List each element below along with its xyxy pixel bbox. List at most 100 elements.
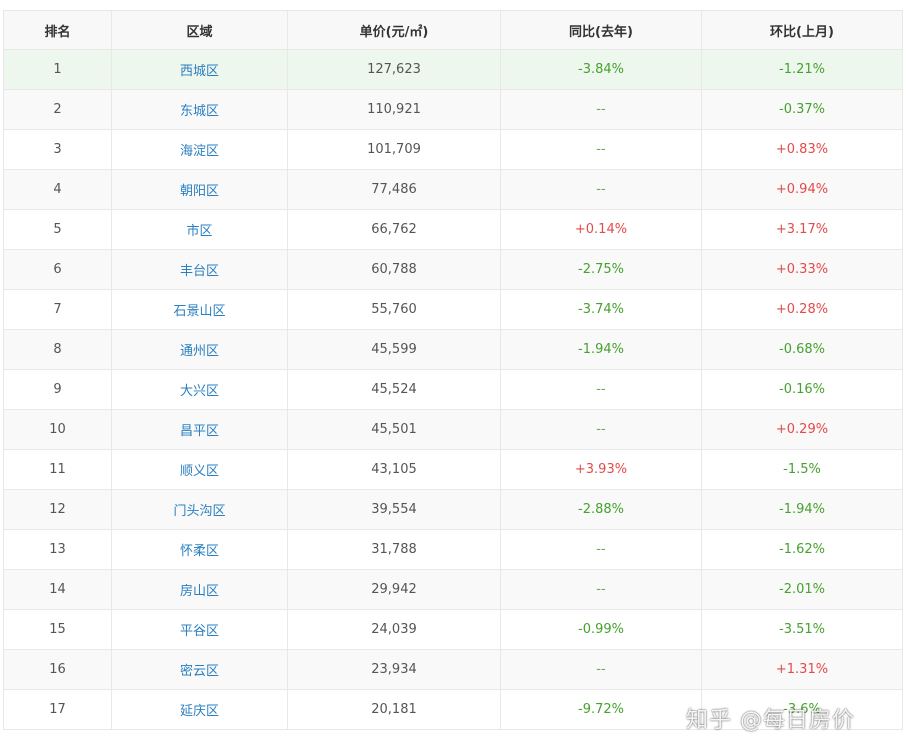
yoy-change-cell: -- <box>500 649 702 690</box>
mom-change-cell: -2.01% <box>701 569 903 610</box>
header-unit-price: 单价(元/㎡) <box>287 10 501 50</box>
unit-price-cell: 77,486 <box>287 169 501 210</box>
rank-cell: 3 <box>3 129 112 170</box>
area-link[interactable]: 海淀区 <box>111 129 288 170</box>
rank-cell: 9 <box>3 369 112 410</box>
table-row: 15 平谷区 24,039 -0.99% -3.51% <box>3 609 903 650</box>
mom-change-cell: +0.29% <box>701 409 903 450</box>
area-link[interactable]: 丰台区 <box>111 249 288 290</box>
unit-price-cell: 110,921 <box>287 89 501 130</box>
mom-change-cell: +1.31% <box>701 649 903 690</box>
table-row: 12 门头沟区 39,554 -2.88% -1.94% <box>3 489 903 530</box>
yoy-change-cell: -0.99% <box>500 609 702 650</box>
table-body: 1 西城区 127,623 -3.84% -1.21% 2 东城区 110,921 -- -0.3… <box>3 49 903 730</box>
rank-cell: 1 <box>3 49 112 90</box>
mom-change-cell: -1.5% <box>701 449 903 490</box>
rank-cell: 2 <box>3 89 112 130</box>
area-link[interactable]: 西城区 <box>111 49 288 90</box>
mom-change-cell: -3.51% <box>701 609 903 650</box>
table-header-row: 排名 区域 单价(元/㎡) 同比(去年) 环比(上月) <box>3 10 903 50</box>
area-link[interactable]: 通州区 <box>111 329 288 370</box>
unit-price-cell: 55,760 <box>287 289 501 330</box>
header-yoy: 同比(去年) <box>500 10 702 50</box>
table-row: 16 密云区 23,934 -- +1.31% <box>3 649 903 690</box>
yoy-change-cell: -1.94% <box>500 329 702 370</box>
unit-price-cell: 45,599 <box>287 329 501 370</box>
mom-change-cell: +0.28% <box>701 289 903 330</box>
table-row: 14 房山区 29,942 -- -2.01% <box>3 569 903 610</box>
area-link[interactable]: 顺义区 <box>111 449 288 490</box>
rank-cell: 12 <box>3 489 112 530</box>
area-link[interactable]: 延庆区 <box>111 689 288 730</box>
header-mom: 环比(上月) <box>701 10 903 50</box>
mom-change-cell: -1.62% <box>701 529 903 570</box>
table-row: 6 丰台区 60,788 -2.75% +0.33% <box>3 249 903 290</box>
mom-change-cell: +3.17% <box>701 209 903 250</box>
mom-change-cell: -1.94% <box>701 489 903 530</box>
mom-change-cell: -0.68% <box>701 329 903 370</box>
unit-price-cell: 24,039 <box>287 609 501 650</box>
unit-price-cell: 60,788 <box>287 249 501 290</box>
unit-price-cell: 43,105 <box>287 449 501 490</box>
table-row: 13 怀柔区 31,788 -- -1.62% <box>3 529 903 570</box>
area-link[interactable]: 房山区 <box>111 569 288 610</box>
table-row: 5 市区 66,762 +0.14% +3.17% <box>3 209 903 250</box>
table-row: 4 朝阳区 77,486 -- +0.94% <box>3 169 903 210</box>
table-row: 8 通州区 45,599 -1.94% -0.68% <box>3 329 903 370</box>
table-row: 10 昌平区 45,501 -- +0.29% <box>3 409 903 450</box>
area-link[interactable]: 大兴区 <box>111 369 288 410</box>
table-row: 2 东城区 110,921 -- -0.37% <box>3 89 903 130</box>
unit-price-cell: 127,623 <box>287 49 501 90</box>
table-row: 1 西城区 127,623 -3.84% -1.21% <box>3 49 903 90</box>
mom-change-cell: -0.16% <box>701 369 903 410</box>
area-link[interactable]: 怀柔区 <box>111 529 288 570</box>
rank-cell: 7 <box>3 289 112 330</box>
area-link[interactable]: 东城区 <box>111 89 288 130</box>
yoy-change-cell: -9.72% <box>500 689 702 730</box>
yoy-change-cell: -- <box>500 569 702 610</box>
area-link[interactable]: 朝阳区 <box>111 169 288 210</box>
yoy-change-cell: -2.88% <box>500 489 702 530</box>
mom-change-cell: -0.37% <box>701 89 903 130</box>
area-link[interactable]: 平谷区 <box>111 609 288 650</box>
rank-cell: 16 <box>3 649 112 690</box>
unit-price-cell: 101,709 <box>287 129 501 170</box>
rank-cell: 5 <box>3 209 112 250</box>
unit-price-cell: 39,554 <box>287 489 501 530</box>
unit-price-cell: 45,501 <box>287 409 501 450</box>
table-row: 11 顺义区 43,105 +3.93% -1.5% <box>3 449 903 490</box>
mom-change-cell: +0.94% <box>701 169 903 210</box>
table-row: 9 大兴区 45,524 -- -0.16% <box>3 369 903 410</box>
unit-price-cell: 20,181 <box>287 689 501 730</box>
mom-change-cell: +0.83% <box>701 129 903 170</box>
yoy-change-cell: -2.75% <box>500 249 702 290</box>
area-link[interactable]: 密云区 <box>111 649 288 690</box>
rank-cell: 6 <box>3 249 112 290</box>
rank-cell: 17 <box>3 689 112 730</box>
yoy-change-cell: -- <box>500 369 702 410</box>
area-link[interactable]: 石景山区 <box>111 289 288 330</box>
mom-change-cell: +0.33% <box>701 249 903 290</box>
rank-cell: 14 <box>3 569 112 610</box>
yoy-change-cell: -3.74% <box>500 289 702 330</box>
yoy-change-cell: +0.14% <box>500 209 702 250</box>
yoy-change-cell: +3.93% <box>500 449 702 490</box>
rank-cell: 8 <box>3 329 112 370</box>
yoy-change-cell: -- <box>500 129 702 170</box>
price-ranking-table-container: 排名 区域 单价(元/㎡) 同比(去年) 环比(上月) 1 西城区 127,623-… <box>3 10 903 730</box>
area-link[interactable]: 昌平区 <box>111 409 288 450</box>
yoy-change-cell: -- <box>500 529 702 570</box>
table-row: 7 石景山区 55,760 -3.74% +0.28% <box>3 289 903 330</box>
unit-price-cell: 66,762 <box>287 209 501 250</box>
unit-price-cell: 29,942 <box>287 569 501 610</box>
unit-price-cell: 23,934 <box>287 649 501 690</box>
watermark: 知乎 @每日房价 <box>686 708 855 733</box>
yoy-change-cell: -- <box>500 89 702 130</box>
area-link[interactable]: 市区 <box>111 209 288 250</box>
rank-cell: 13 <box>3 529 112 570</box>
rank-cell: 10 <box>3 409 112 450</box>
table-row: 3 海淀区 101,709 -- +0.83% <box>3 129 903 170</box>
yoy-change-cell: -- <box>500 409 702 450</box>
area-link[interactable]: 门头沟区 <box>111 489 288 530</box>
rank-cell: 11 <box>3 449 112 490</box>
